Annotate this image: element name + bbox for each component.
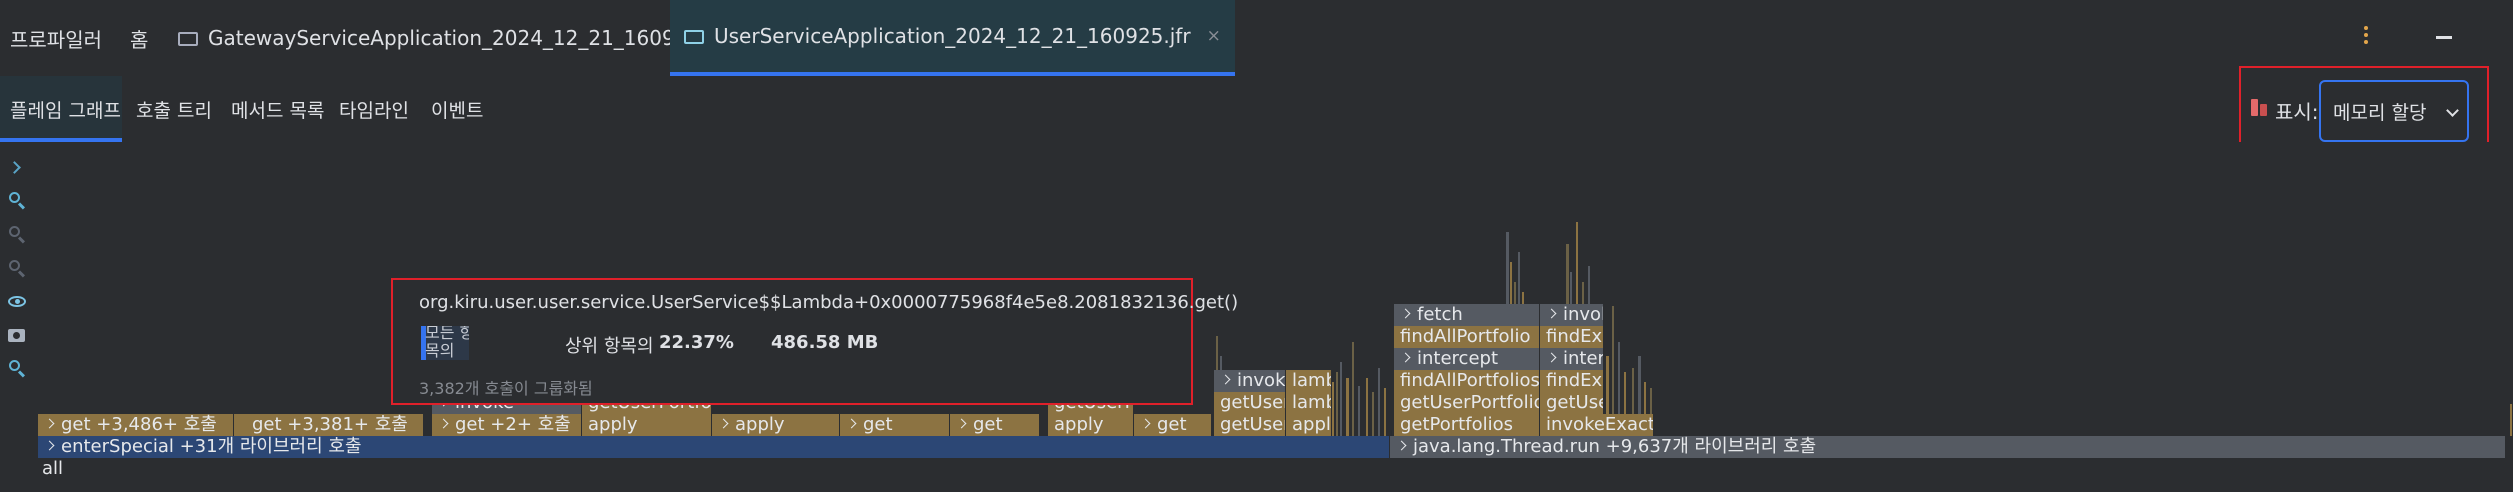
eye-icon[interactable] [7,291,27,311]
tab-events[interactable]: 이벤트 [421,76,493,142]
close-icon[interactable]: × [1207,26,1221,46]
tab-call-tree[interactable]: 호출 트리 [126,76,222,142]
flame-frame[interactable]: invokeExact_ [1540,414,1654,436]
tooltip-grouped-calls: 3,382개 호출이 그룹화됨 [419,379,593,398]
flame-thin-stack [1352,342,1354,436]
flame-frame[interactable]: getUse [1540,392,1604,414]
flame-frame[interactable]: getUserPortfolios [1394,392,1540,414]
flame-frame[interactable]: apply [1048,414,1134,436]
flame-frame[interactable]: getUser [1214,414,1286,436]
tab-timeline-label: 타임라인 [339,99,409,122]
display-mode-dropdown[interactable]: 메모리 할당 [2319,80,2469,142]
zoom-reset-icon[interactable] [7,258,27,278]
flame-frame[interactable]: get +3,381+ 호출 [234,414,424,436]
flame-frame[interactable]: appl [1286,414,1332,436]
tab-gateway-jfr-label: GatewayServiceApplication_2024_12_21_160… [208,26,728,50]
flame-frame[interactable]: getPortfolios [1394,414,1540,436]
editor-tab-bar: 프로파일러 홈 GatewayServiceApplication_2024_1… [0,0,2513,76]
flame-frame[interactable]: get [950,414,1040,436]
tab-home-label: 홈 [130,27,149,52]
flame-frame[interactable]: invoke [1214,370,1286,392]
folder-icon [178,32,198,46]
flame-frame[interactable]: findExi [1540,370,1604,392]
tooltip-top-items-label: 상위 항목의 [565,336,654,357]
profiler-title-label: 프로파일러 [10,27,102,52]
tooltip-share-bar: 모든 항목의8.01% [421,326,469,360]
flame-frame[interactable]: findAllPortfolios [1394,370,1540,392]
flame-thin-stack [1340,362,1342,436]
tooltip-size: 486.58 MB [771,332,879,353]
flame-thin-stack [1346,378,1349,436]
tab-method-list-label: 메서드 목록 [231,99,325,122]
flame-frame[interactable]: interc [1540,348,1604,370]
flame-frame[interactable]: lamb [1286,370,1332,392]
flame-frame[interactable]: get +2+ 호출 [432,414,582,436]
more-options-icon[interactable] [2363,26,2369,48]
tab-call-tree-label: 호출 트리 [136,99,212,122]
tab-userservice-jfr-label: UserServiceApplication_2024_12_21_160925… [714,24,1191,48]
flame-frame[interactable]: apply [712,414,840,436]
flame-thin-stack [1358,386,1360,436]
flame-frame[interactable]: getUser [1214,392,1286,414]
tab-userservice-jfr[interactable]: UserServiceApplication_2024_12_21_160925… [670,0,1235,76]
tooltip-top-items-pct: 22.37% [659,332,734,353]
tab-events-label: 이벤트 [431,99,484,122]
chevron-down-icon [2446,104,2459,117]
tab-flame-graph-label: 플레임 그래프 [10,99,121,122]
minimize-icon[interactable] [2436,36,2452,39]
display-mode-selector: 표시: 메모리 할당 [2239,66,2489,154]
allocation-icon [2251,99,2267,117]
tab-home[interactable]: 홈 [130,0,148,76]
tab-flame-graph[interactable]: 플레임 그래프 [0,76,122,142]
flame-frame[interactable]: findExi [1540,326,1604,348]
flame-frame[interactable]: fetch [1394,304,1540,326]
folder-icon [684,30,704,44]
flame-thin-stack [1372,392,1374,436]
flame-frame[interactable]: intercept [1394,348,1540,370]
flame-thin-stack [2510,404,2512,436]
camera-icon[interactable] [7,325,27,345]
display-mode-value: 메모리 할당 [2333,101,2427,124]
flame-frame-root[interactable]: all [36,458,2506,480]
profiler-title: 프로파일러 [10,0,102,76]
display-label: 표시: [2275,100,2319,124]
expand-chevron-icon[interactable] [7,158,27,178]
flame-frame[interactable]: invok [1540,304,1604,326]
flame-frame[interactable]: java.lang.Thread.run +9,637개 라이브러리 호출 [1390,436,2506,458]
flame-thin-stack [1384,388,1386,436]
flame-frame[interactable]: lamb [1286,392,1332,414]
flame-frame[interactable]: get [840,414,950,436]
tooltip-method-name: org.kiru.user.user.service.UserService$$… [419,292,1239,313]
flame-toolbar [0,142,36,492]
flame-thin-stack [1378,368,1380,436]
flame-frame[interactable]: get [1134,414,1212,436]
tab-timeline[interactable]: 타임라인 [329,76,419,142]
zoom-in-icon[interactable] [7,190,27,210]
flame-thin-stack [1336,372,1338,436]
tab-method-list[interactable]: 메서드 목록 [221,76,334,142]
frame-tooltip: org.kiru.user.user.service.UserService$$… [391,278,1238,405]
flame-frame[interactable]: get +3,486+ 호출 [38,414,234,436]
flame-thin-stack [1332,382,1334,436]
search-icon[interactable] [7,358,27,378]
flame-frame-selected-path[interactable]: enterSpecial +31개 라이브러리 호출 [38,436,1390,458]
flame-frame[interactable]: findAllPortfolio [1394,326,1540,348]
zoom-out-icon[interactable] [7,224,27,244]
tooltip-share-text: 모든 항목의8.01% [425,326,469,360]
flame-frame[interactable]: apply [582,414,712,436]
flame-thin-stack [1366,378,1368,436]
profiler-view-tabs: 플레임 그래프 호출 트리 메서드 목록 타임라인 이벤트 [0,76,2513,142]
